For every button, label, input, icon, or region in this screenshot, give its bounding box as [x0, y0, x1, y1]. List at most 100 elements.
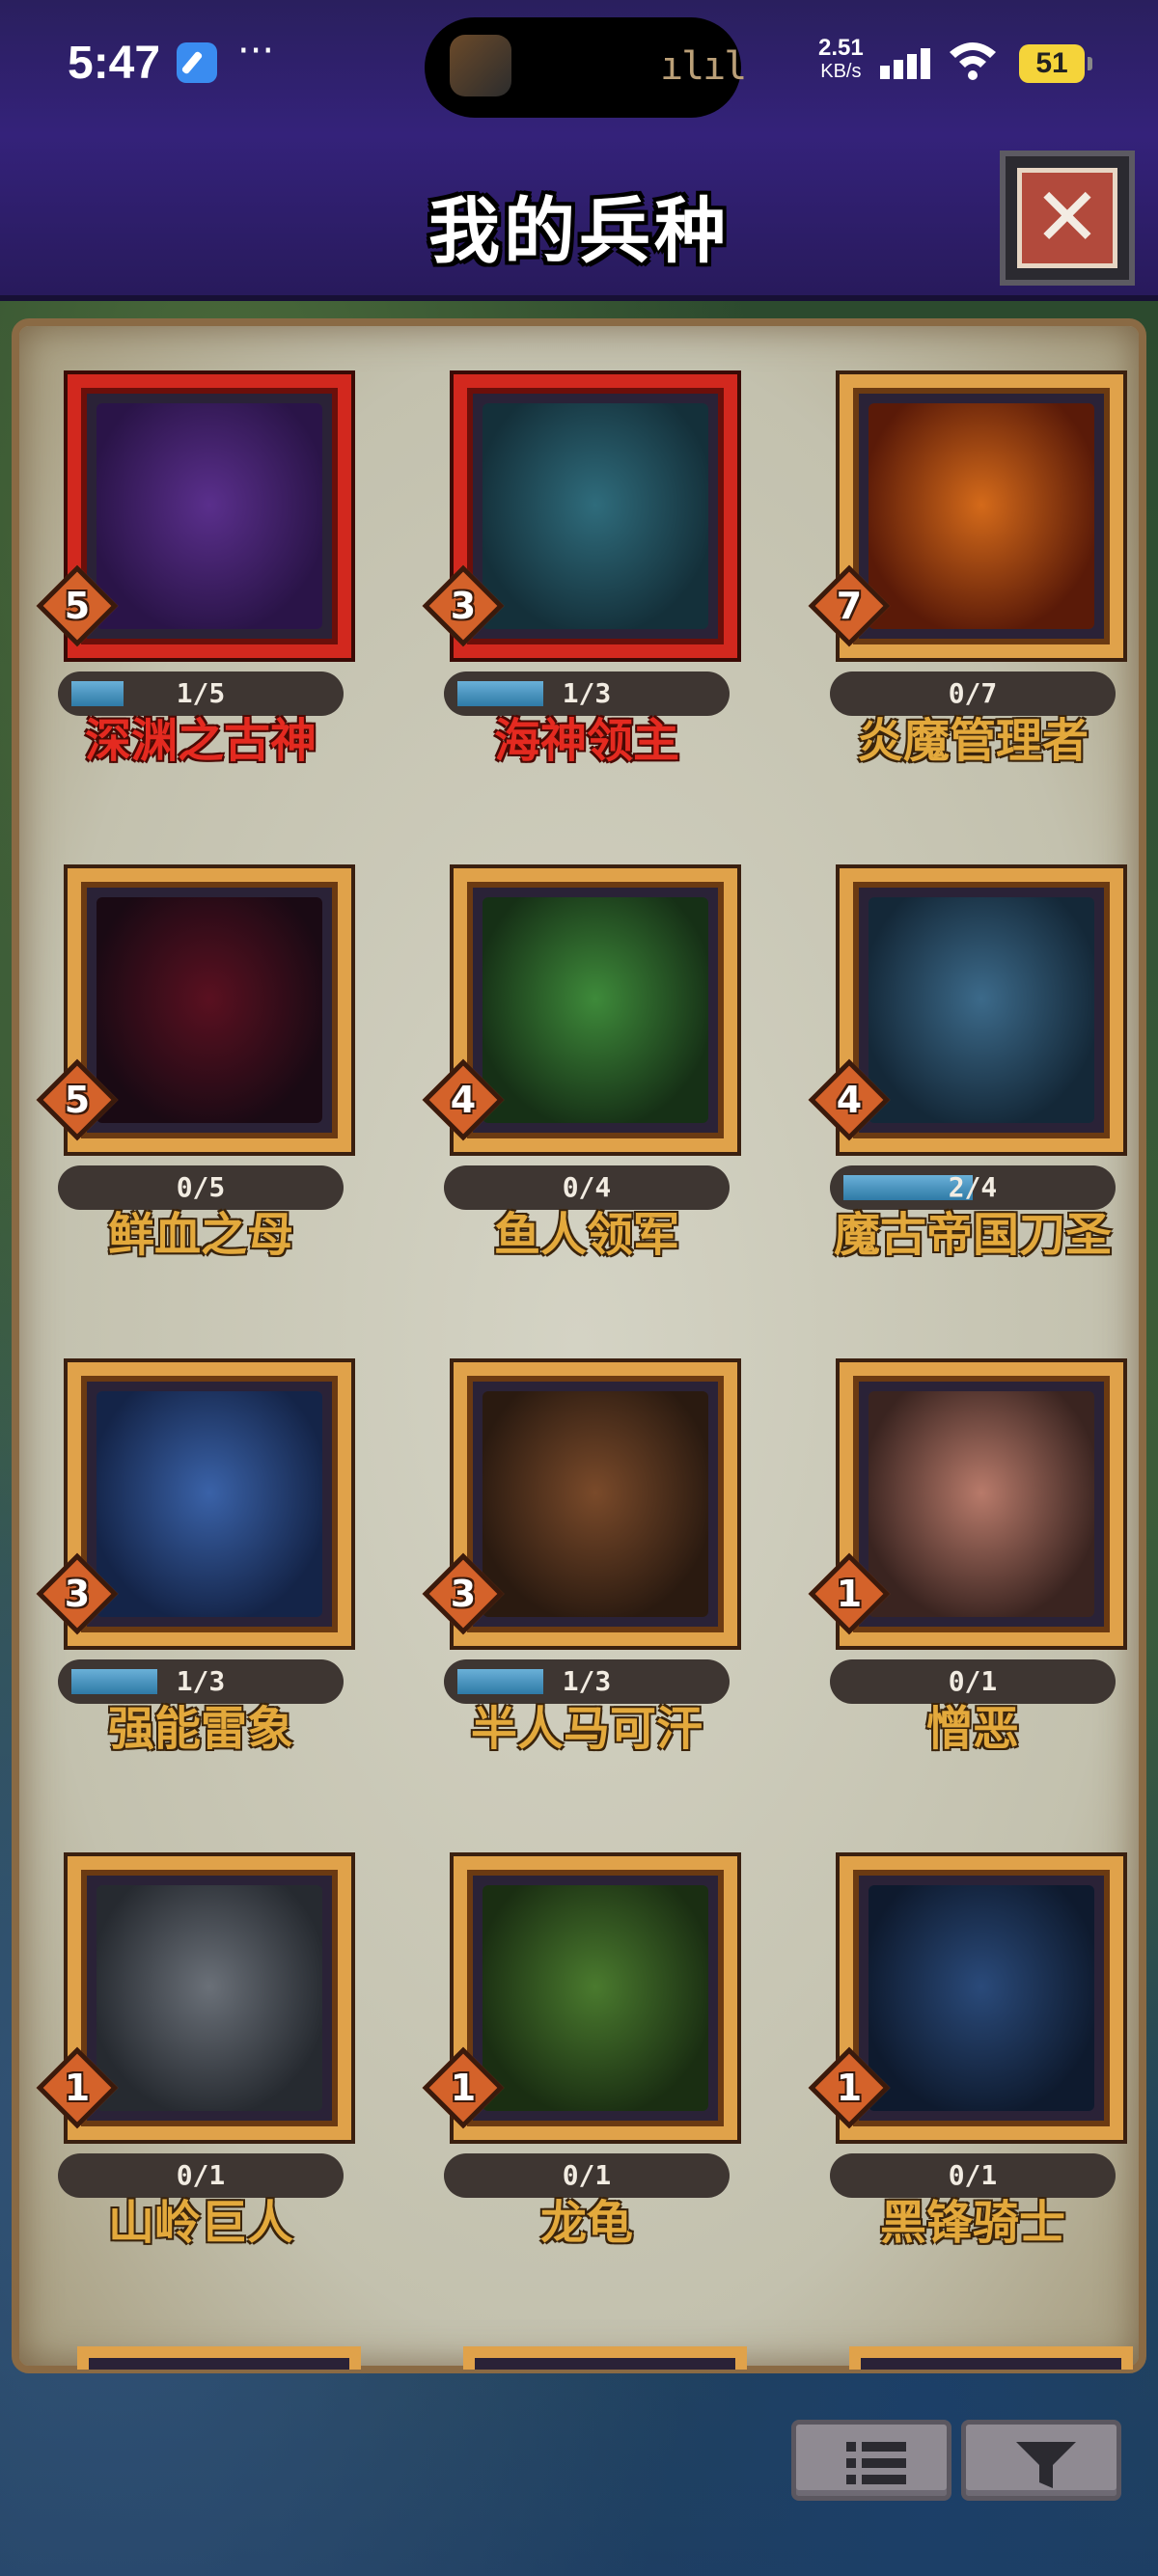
unit-name: 山岭巨人: [107, 2196, 293, 2250]
level-badge: 1: [808, 2046, 891, 2129]
progress-bar: 0/1: [830, 2153, 1116, 2198]
unit-name: 魔古帝国刀圣: [833, 1208, 1112, 1262]
unit-card[interactable]: 3 1/3 半人马可汗: [405, 1362, 737, 1845]
close-button[interactable]: ✕: [1000, 151, 1135, 286]
progress-bar: 1/3: [444, 671, 730, 716]
unit-card[interactable]: 3 1/3 海神领主: [405, 374, 737, 857]
status-bar: 5:47 ··· ılıl 2.51 KB/s 51: [0, 0, 1158, 135]
level-badge: 7: [808, 564, 891, 647]
list-button[interactable]: [791, 2420, 951, 2501]
level-badge: 3: [36, 1552, 119, 1635]
level-badge: 1: [808, 1552, 891, 1635]
unit-art: [96, 897, 322, 1123]
unit-art: [96, 403, 322, 629]
level-value: 3: [450, 1573, 477, 1615]
unit-name: 鲜血之母: [107, 1208, 293, 1262]
list-icon: [846, 2442, 906, 2484]
progress-text: 2/4: [948, 1171, 998, 1203]
level-badge: 4: [808, 1058, 891, 1141]
level-badge: 3: [422, 1552, 505, 1635]
progress-bar: 0/5: [58, 1165, 344, 1210]
unit-name: 炎魔管理者: [856, 714, 1089, 768]
wifi-icon: [950, 42, 996, 80]
progress-text: 0/1: [176, 2159, 226, 2191]
unit-card[interactable]: 3 1/3 强能雷象: [19, 1362, 351, 1845]
progress-text: 1/3: [176, 1665, 226, 1697]
progress-bar: 1/3: [444, 1659, 730, 1704]
unit-card[interactable]: 1 0/1 黑锋骑士: [791, 1856, 1123, 2339]
progress-bar: 0/1: [444, 2153, 730, 2198]
progress-bar: 1/5: [58, 671, 344, 716]
progress-bar: 1/3: [58, 1659, 344, 1704]
unit-art: [482, 403, 708, 629]
level-value: 3: [64, 1573, 91, 1615]
progress-text: 1/3: [562, 677, 612, 709]
unit-art: [868, 897, 1094, 1123]
level-value: 3: [450, 585, 477, 627]
unit-name: 龙龟: [539, 2196, 633, 2250]
level-value: 5: [64, 1079, 91, 1121]
unit-card[interactable]: 4 2/4 魔古帝国刀圣: [791, 868, 1123, 1351]
unit-art: [96, 1885, 322, 2111]
level-badge: 1: [36, 2046, 119, 2129]
progress-bar: 0/1: [58, 2153, 344, 2198]
level-badge: 5: [36, 1058, 119, 1141]
safari-icon: [177, 42, 217, 83]
level-value: 7: [836, 585, 863, 627]
progress-text: 0/4: [562, 1171, 612, 1203]
game-app-icon: [450, 35, 511, 96]
level-value: 1: [836, 2067, 863, 2109]
level-badge: 4: [422, 1058, 505, 1141]
unit-name: 海神领主: [493, 714, 679, 768]
audio-wave-icon: ılıl: [660, 44, 747, 89]
network-speed: 2.51 KB/s: [818, 37, 864, 83]
unit-card-partial[interactable]: [77, 2346, 361, 2370]
page-title: 我的兵种: [428, 190, 730, 273]
unit-name: 黑锋骑士: [879, 2196, 1065, 2250]
unit-card[interactable]: 4 0/4 鱼人领军: [405, 868, 737, 1351]
unit-card-partial[interactable]: [463, 2346, 747, 2370]
unit-name: 深渊之古神: [84, 714, 317, 768]
level-value: 1: [64, 2067, 91, 2109]
unit-name: 半人马可汗: [470, 1702, 703, 1756]
progress-text: 1/5: [176, 677, 226, 709]
level-value: 4: [836, 1079, 863, 1121]
unit-card[interactable]: 7 0/7 炎魔管理者: [791, 374, 1123, 857]
unit-card[interactable]: 1 0/1 憎恶: [791, 1362, 1123, 1845]
unit-card[interactable]: 1 0/1 龙龟: [405, 1856, 737, 2339]
unit-art: [868, 403, 1094, 629]
network-speed-value: 2.51: [818, 35, 864, 61]
level-value: 4: [450, 1079, 477, 1121]
unit-card-partial[interactable]: [849, 2346, 1133, 2370]
progress-text: 0/1: [948, 2159, 998, 2191]
filter-button[interactable]: [961, 2420, 1121, 2501]
unit-name: 强能雷象: [107, 1702, 293, 1756]
unit-card[interactable]: 1 0/1 山岭巨人: [19, 1856, 351, 2339]
level-value: 1: [836, 1573, 863, 1615]
progress-text: 0/5: [176, 1171, 226, 1203]
more-dots: ···: [237, 29, 275, 73]
unit-art: [868, 1885, 1094, 2111]
progress-text: 0/1: [948, 1665, 998, 1697]
battery-indicator: 51: [1019, 44, 1092, 83]
unit-art: [96, 1391, 322, 1617]
progress-bar: 2/4: [830, 1165, 1116, 1210]
unit-art: [868, 1391, 1094, 1617]
level-badge: 1: [422, 2046, 505, 2129]
level-badge: 3: [422, 564, 505, 647]
cellular-signal-icon: [880, 48, 934, 79]
progress-bar: 0/7: [830, 671, 1116, 716]
unit-name: 憎恶: [925, 1702, 1019, 1756]
unit-art: [482, 1391, 708, 1617]
title-bar: 我的兵种 ✕: [0, 135, 1158, 301]
network-speed-unit: KB/s: [820, 61, 862, 82]
level-value: 1: [450, 2067, 477, 2109]
filter-icon: [1016, 2442, 1076, 2488]
unit-card[interactable]: 5 1/5 深渊之古神: [19, 374, 351, 857]
unit-card[interactable]: 5 0/5 鲜血之母: [19, 868, 351, 1351]
progress-bar: 0/4: [444, 1165, 730, 1210]
unit-art: [482, 1885, 708, 2111]
level-badge: 5: [36, 564, 119, 647]
progress-text: 1/3: [562, 1665, 612, 1697]
unit-art: [482, 897, 708, 1123]
